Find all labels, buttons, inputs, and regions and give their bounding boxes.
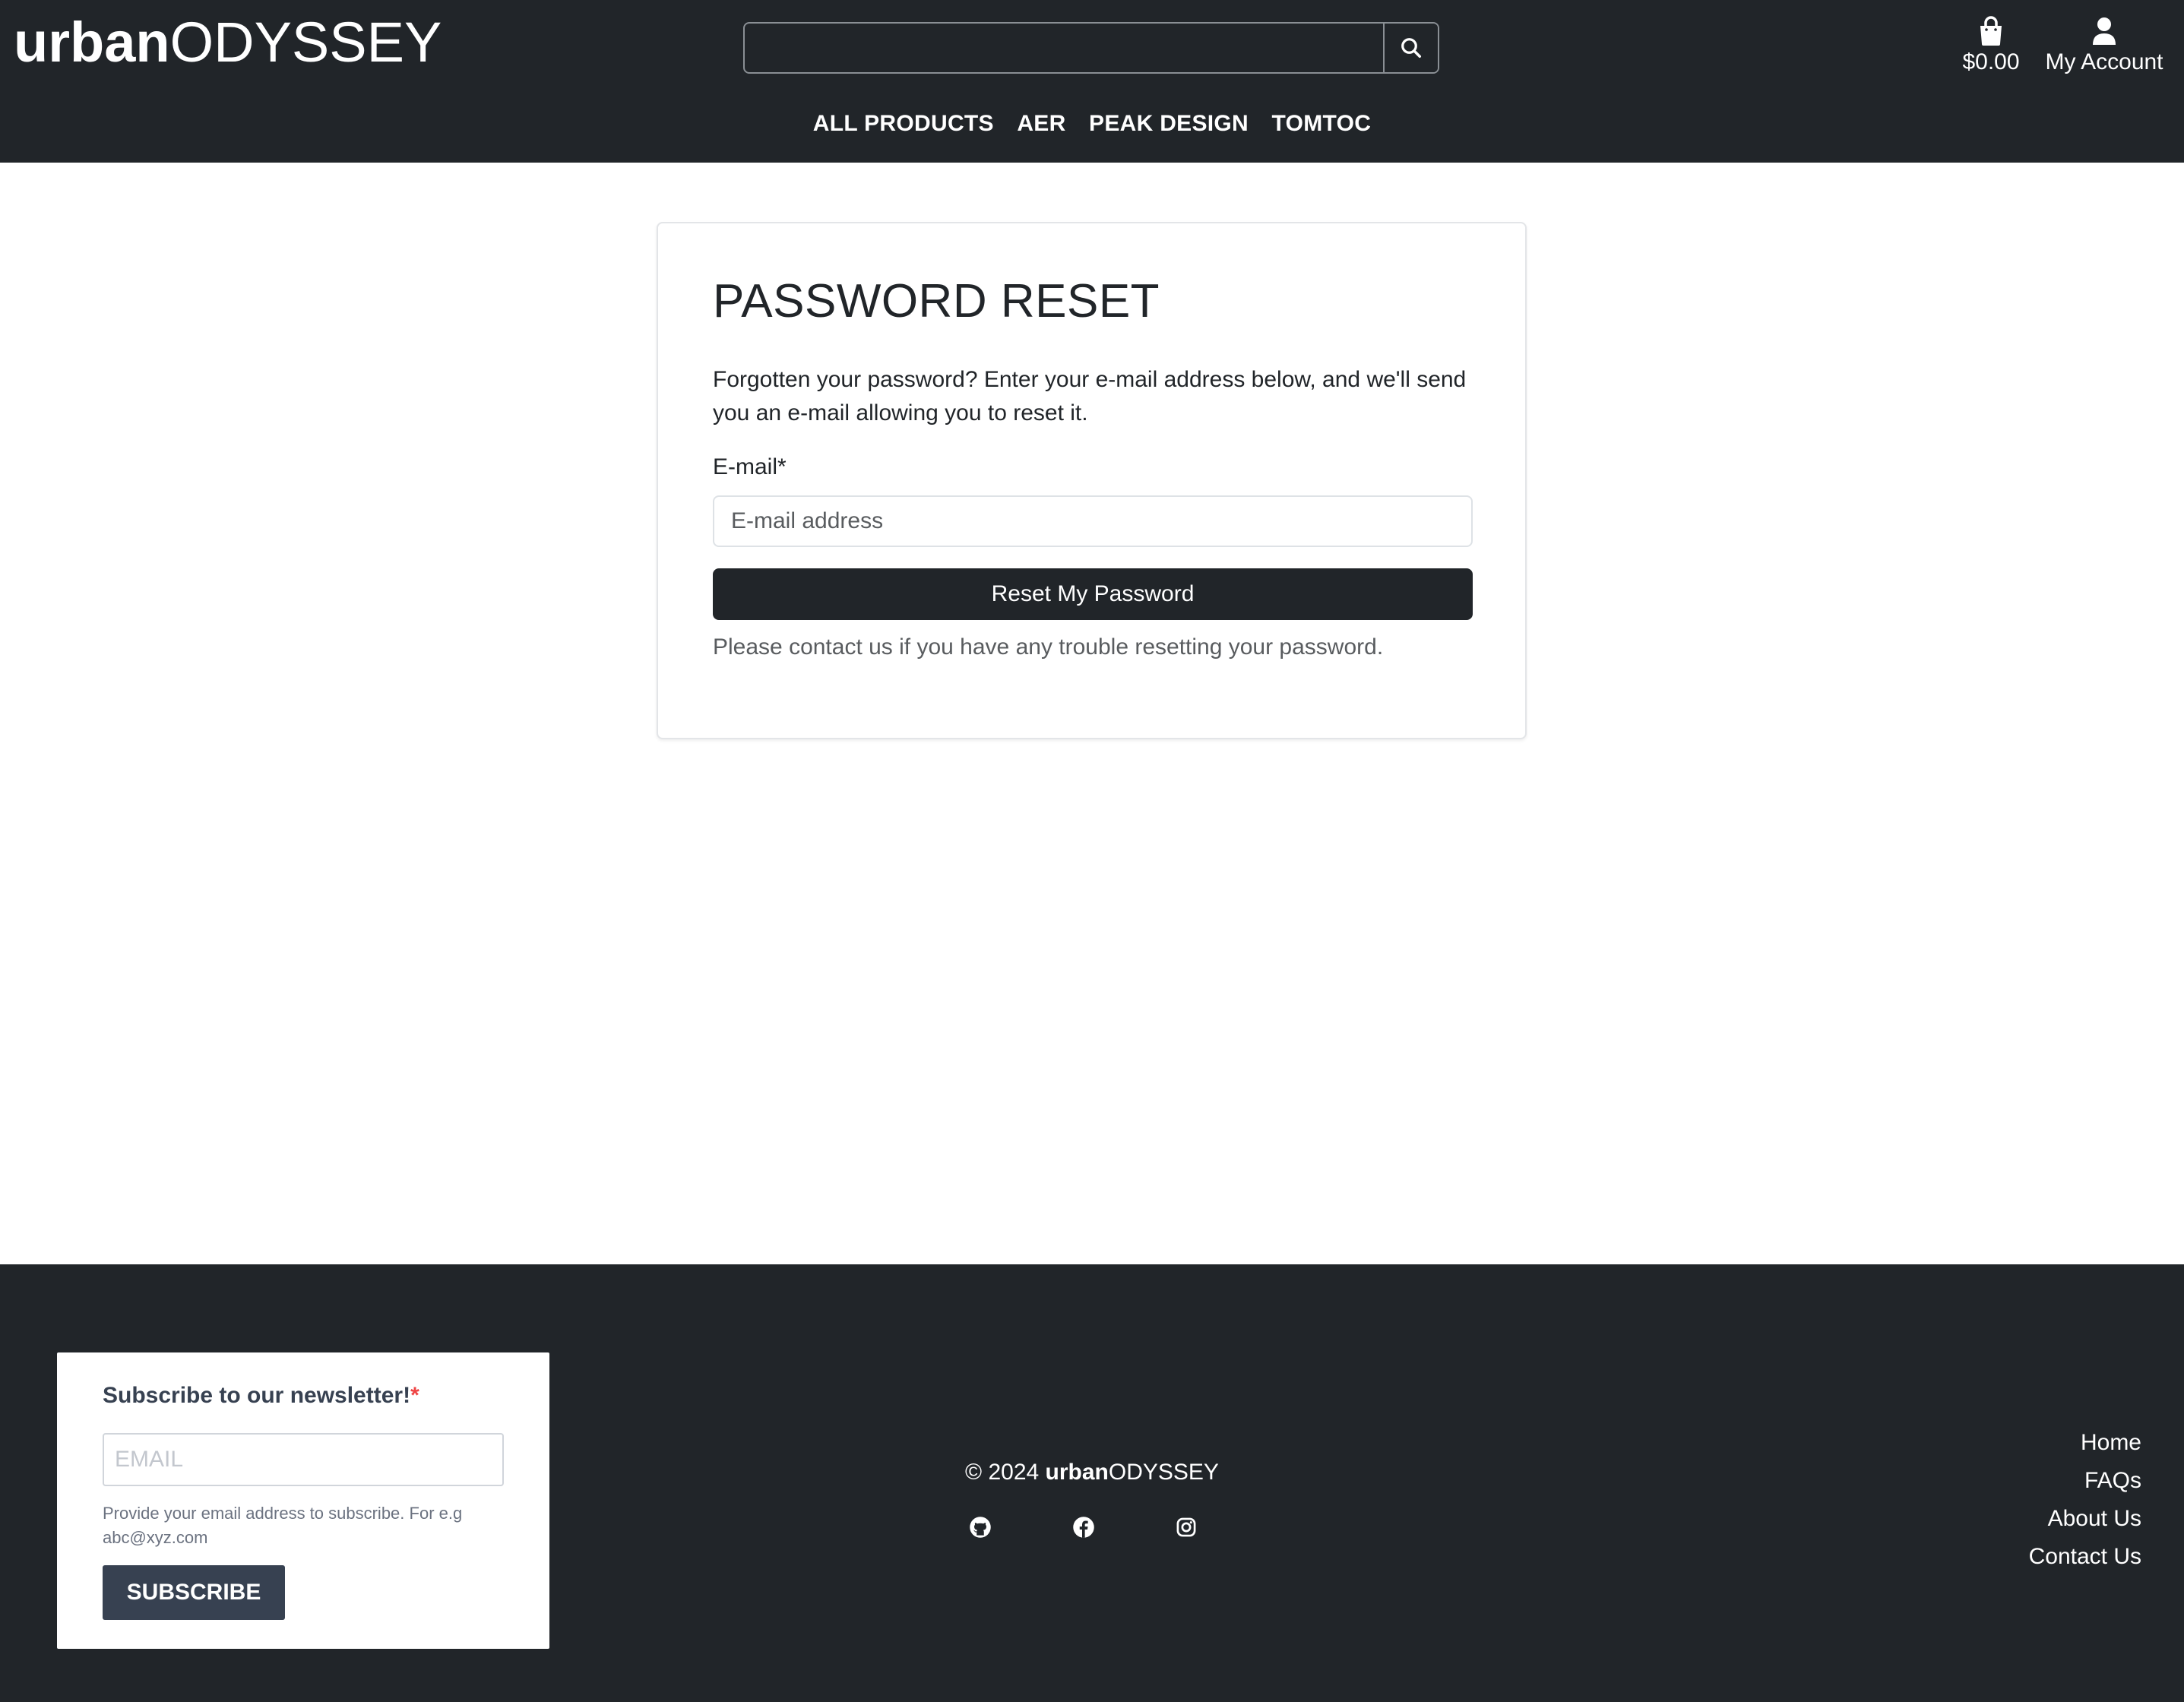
page-title: PASSWORD RESET [713, 275, 1160, 327]
copyright: © 2024 urbanODYSSEY [0, 1456, 2184, 1489]
newsletter-title: Subscribe to our newsletter!* [103, 1383, 419, 1409]
footer-link-home[interactable]: Home [2029, 1424, 2141, 1462]
facebook-link[interactable] [1065, 1509, 1102, 1545]
password-reset-card: PASSWORD RESET Forgotten your password? … [657, 222, 1527, 739]
instagram-link[interactable] [1168, 1509, 1204, 1545]
site-footer: Subscribe to our newsletter!* Provide yo… [0, 1264, 2184, 1702]
copyright-prefix: © 2024 [965, 1460, 1046, 1485]
footer-link-about-us[interactable]: About Us [2029, 1500, 2141, 1538]
cart-link[interactable]: $0.00 [1958, 14, 2024, 79]
email-field[interactable] [713, 495, 1473, 547]
reset-password-button[interactable]: Reset My Password [713, 568, 1473, 620]
my-account-link[interactable]: My Account [2035, 14, 2173, 79]
footer-link-faqs[interactable]: FAQs [2029, 1462, 2141, 1500]
email-label: E-mail* [713, 454, 787, 479]
main-nav: ALL PRODUCTS AER PEAK DESIGN TOMTOC [0, 106, 2184, 141]
social-links [962, 1509, 1223, 1545]
user-icon [2093, 17, 2116, 45]
newsletter-title-text: Subscribe to our newsletter! [103, 1383, 411, 1408]
cart-total: $0.00 [1962, 49, 2020, 74]
reset-instructions: Forgotten your password? Enter your e-ma… [713, 367, 1467, 426]
github-icon [970, 1517, 991, 1538]
account-label: My Account [2045, 49, 2163, 74]
required-mark: * [410, 1383, 419, 1408]
search-bar [743, 22, 1439, 74]
instagram-icon [1176, 1517, 1196, 1537]
logo-bold-text: urban [14, 11, 170, 74]
footer-links: Home FAQs About Us Contact Us [2029, 1424, 2141, 1576]
search-input[interactable] [745, 24, 1385, 72]
nav-all-products[interactable]: ALL PRODUCTS [813, 106, 994, 141]
newsletter-form: Subscribe to our newsletter!* Provide yo… [57, 1352, 549, 1649]
logo-regular-text: ODYSSEY [169, 11, 442, 74]
shopping-bag-icon [1980, 16, 2002, 46]
copyright-brand-bold: urban [1045, 1460, 1109, 1485]
nav-aer[interactable]: AER [1017, 106, 1065, 141]
search-button[interactable] [1383, 24, 1438, 72]
footer-link-contact-us[interactable]: Contact Us [2029, 1538, 2141, 1576]
subscribe-button[interactable]: SUBSCRIBE [103, 1565, 285, 1620]
copyright-brand-rest: ODYSSEY [1108, 1460, 1219, 1485]
site-header: urbanODYSSEY $0.00 My Account ALL PRODUC… [0, 0, 2184, 163]
search-icon [1401, 38, 1421, 58]
nav-peak-design[interactable]: PEAK DESIGN [1089, 106, 1249, 141]
contact-note: Please contact us if you have any troubl… [713, 634, 1384, 660]
nav-tomtoc[interactable]: TOMTOC [1271, 106, 1371, 141]
site-logo[interactable]: urbanODYSSEY [14, 9, 442, 76]
github-link[interactable] [962, 1509, 999, 1545]
facebook-icon [1073, 1517, 1094, 1538]
newsletter-help-text: Provide your email address to subscribe.… [103, 1504, 463, 1547]
